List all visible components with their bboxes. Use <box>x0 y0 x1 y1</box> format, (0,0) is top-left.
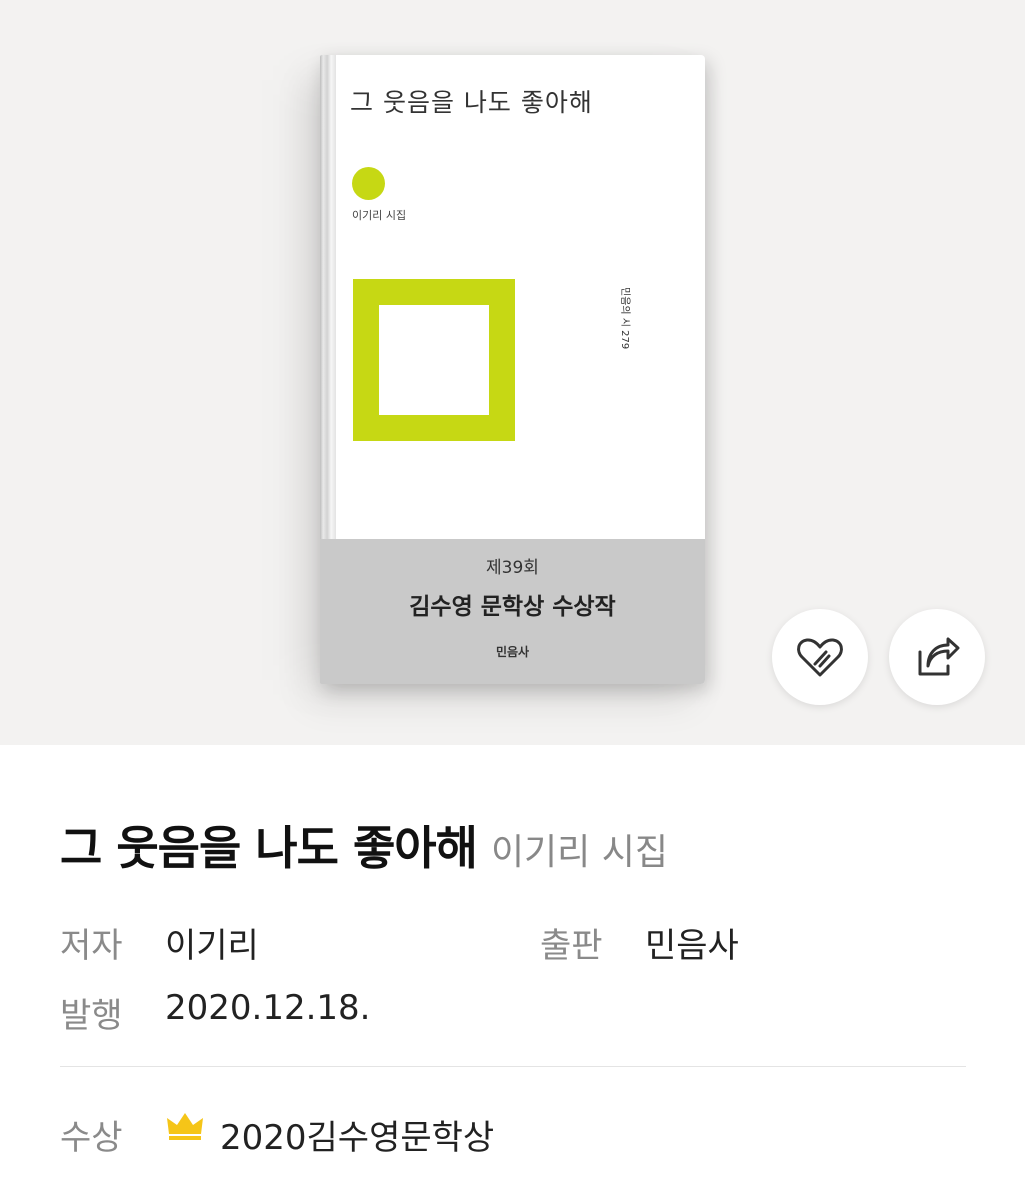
award-value[interactable]: 2020김수영문학상 <box>220 1110 494 1159</box>
cover-award-name: 김수영 문학상 수상작 <box>409 594 616 620</box>
book-subtitle: 이기리 시집 <box>490 832 668 873</box>
heart-icon <box>797 638 843 677</box>
date-label: 발행 <box>60 996 123 1036</box>
cover-dot <box>352 167 385 200</box>
publisher-value[interactable]: 민음사 <box>645 918 739 967</box>
cover-title: 그 웃음을 나도 좋아해 <box>350 88 593 117</box>
cover-publisher: 민음사 <box>495 645 530 659</box>
like-button[interactable] <box>772 609 868 705</box>
cover-subtitle: 이기리 시집 <box>352 209 407 222</box>
cover-award-edition: 제39회 <box>486 558 539 578</box>
author-value[interactable]: 이기리 <box>165 918 259 967</box>
publisher-label: 출판 <box>540 926 603 966</box>
divider <box>60 1066 966 1067</box>
date-value: 2020.12.18. <box>165 988 371 1028</box>
share-button[interactable] <box>889 609 985 705</box>
cover-series: 민음의 시 279 <box>619 287 630 350</box>
author-label: 저자 <box>60 926 123 966</box>
cover-award-band: 제39회 김수영 문학상 수상작 민음사 <box>320 539 705 684</box>
book-title-row: 그 웃음을 나도 좋아해 이기리 시집 <box>60 812 668 878</box>
crown-icon <box>167 1113 203 1140</box>
book-cover-image[interactable]: 그 웃음을 나도 좋아해 이기리 시집 민음의 시 279 제39회 김수영 문… <box>320 55 705 684</box>
book-title: 그 웃음을 나도 좋아해 <box>60 821 478 875</box>
book-cover-area: 그 웃음을 나도 좋아해 이기리 시집 민음의 시 279 제39회 김수영 문… <box>0 0 1025 745</box>
award-label: 수상 <box>60 1118 123 1158</box>
share-icon <box>918 637 960 676</box>
cover-square <box>353 279 515 441</box>
